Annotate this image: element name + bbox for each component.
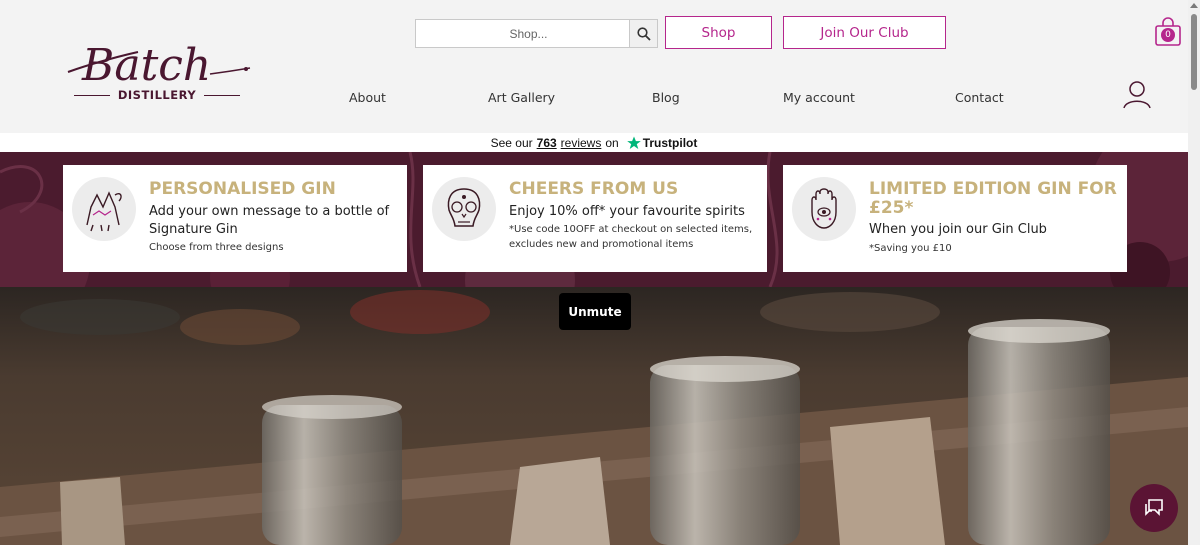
page-scrollbar[interactable] bbox=[1188, 0, 1200, 545]
promo-card-personalised-gin[interactable]: PERSONALISED GIN Add your own message to… bbox=[63, 165, 407, 272]
sugar-skull-icon bbox=[432, 177, 496, 241]
join-club-button[interactable]: Join Our Club bbox=[783, 16, 946, 49]
scroll-thumb[interactable] bbox=[1191, 14, 1197, 90]
logo-subtitle: DISTILLERY bbox=[74, 88, 241, 102]
promo-body: When you join our Gin Club bbox=[869, 222, 1047, 237]
nav-about[interactable]: About bbox=[349, 90, 386, 108]
promo-card-cheers-from-us[interactable]: CHEERS FROM US Enjoy 10% off* your favou… bbox=[423, 165, 767, 272]
search-button[interactable] bbox=[629, 20, 657, 47]
promo-body: Add your own message to a bottle of Sign… bbox=[149, 204, 390, 237]
trust-on: on bbox=[605, 135, 619, 150]
promo-banner: PERSONALISED GIN Add your own message to… bbox=[0, 152, 1188, 287]
promo-note: Choose from three designs bbox=[149, 242, 284, 253]
user-account-icon[interactable] bbox=[1122, 80, 1152, 110]
review-count-link[interactable]: 763 bbox=[537, 136, 557, 150]
hamsa-hand-icon bbox=[792, 177, 856, 241]
search-input[interactable] bbox=[416, 20, 629, 47]
trustpilot-wordmark: Trustpilot bbox=[642, 135, 698, 150]
camel-icon bbox=[72, 177, 136, 241]
search-icon bbox=[636, 26, 651, 41]
trust-prefix: See our bbox=[490, 135, 533, 150]
promo-body: Enjoy 10% off* your favourite spirits bbox=[509, 204, 745, 219]
trustpilot-logo[interactable]: Trustpilot bbox=[626, 135, 698, 150]
promo-title: PERSONALISED GIN bbox=[149, 179, 336, 199]
svg-text:Batch: Batch bbox=[81, 40, 211, 90]
promo-note: *Use code 10OFF at checkout on selected … bbox=[509, 224, 753, 250]
page: Batch DISTILLERY Shop Join Our Club bbox=[0, 0, 1200, 545]
nav-art-gallery[interactable]: Art Gallery bbox=[488, 90, 555, 108]
promo-title: LIMITED EDITION GIN FOR £25* bbox=[869, 179, 1117, 218]
trustpilot-bar: See our 763 reviews on Trustpilot bbox=[0, 133, 1188, 152]
batch-distillery-logo[interactable]: Batch DISTILLERY bbox=[60, 34, 256, 108]
cart-count-badge: 0 bbox=[1161, 28, 1175, 42]
unmute-button[interactable]: Unmute bbox=[559, 293, 631, 330]
star-icon bbox=[626, 136, 641, 149]
nav-blog[interactable]: Blog bbox=[652, 90, 680, 108]
shop-button[interactable]: Shop bbox=[665, 16, 772, 49]
search-box bbox=[415, 19, 658, 48]
cart-button[interactable]: 0 bbox=[1154, 17, 1182, 47]
promo-card-limited-edition-gin[interactable]: LIMITED EDITION GIN FOR £25* When you jo… bbox=[783, 165, 1127, 272]
site-header: Batch DISTILLERY Shop Join Our Club bbox=[0, 0, 1188, 133]
reviews-link[interactable]: reviews bbox=[561, 136, 602, 150]
promo-note: *Saving you £10 bbox=[869, 243, 952, 254]
scroll-up-arrow[interactable] bbox=[1190, 3, 1198, 8]
nav-contact[interactable]: Contact bbox=[955, 90, 1004, 108]
chat-button[interactable] bbox=[1130, 484, 1178, 532]
promo-title: CHEERS FROM US bbox=[509, 179, 679, 199]
chat-bubble-icon bbox=[1145, 499, 1163, 516]
nav-my-account[interactable]: My account bbox=[783, 90, 855, 108]
